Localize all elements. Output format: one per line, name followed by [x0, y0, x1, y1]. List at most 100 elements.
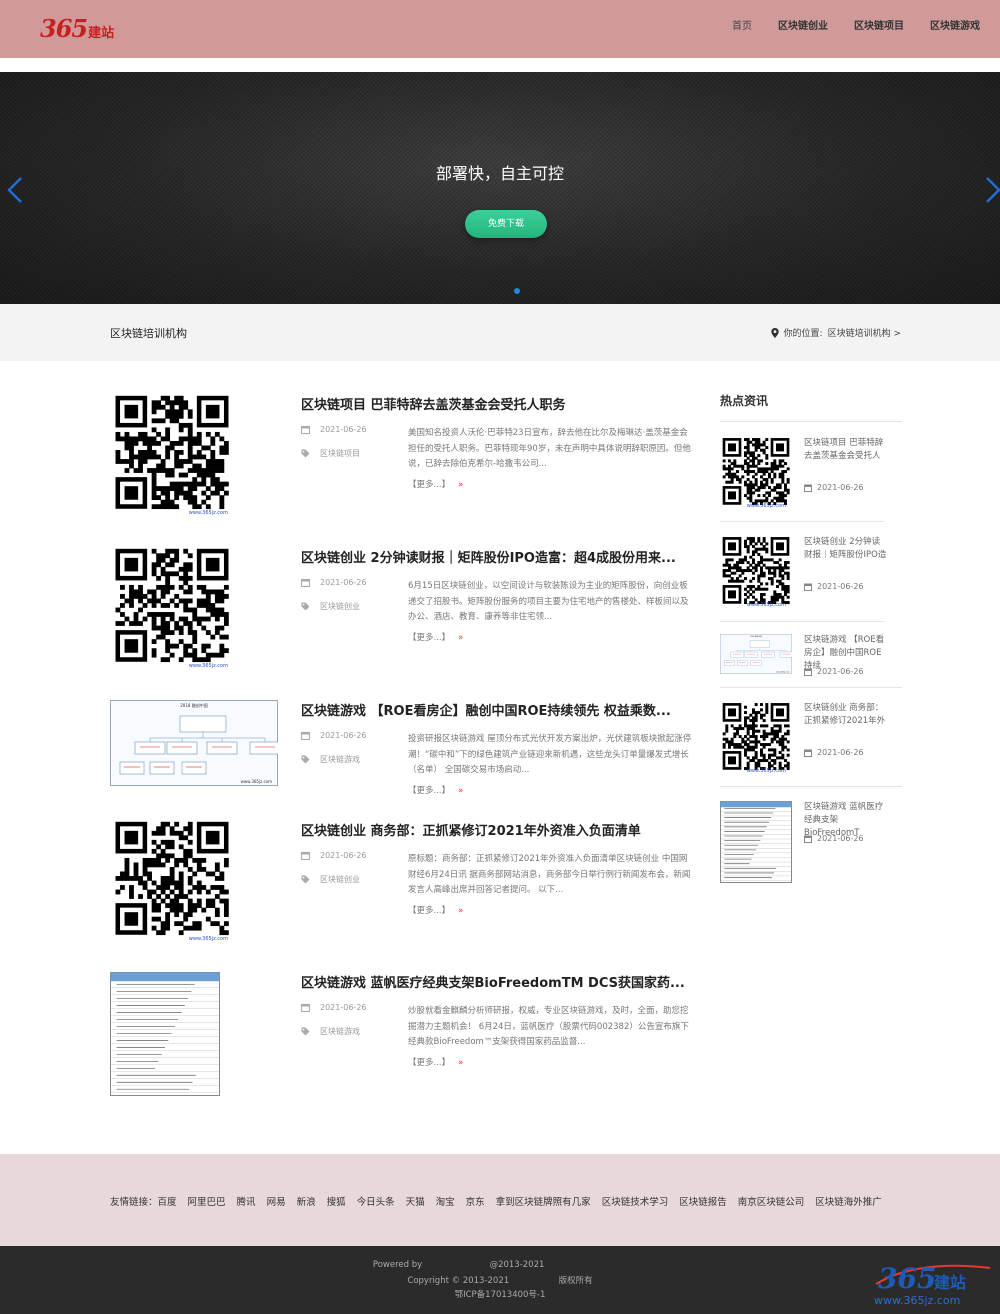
article-thumbnail[interactable]: www.365jz.com [110, 820, 278, 942]
double-arrow-icon: » [458, 480, 464, 490]
article-tag[interactable]: 区块链创业 [301, 601, 360, 612]
sidebar-news-date: 2021-06-26 [804, 483, 864, 492]
sidebar-thumbnail[interactable]: www.365jz.com [720, 702, 792, 774]
article-more-link[interactable]: 【更多...】 » [408, 478, 463, 490]
friend-link[interactable]: 腾讯 [237, 1194, 256, 1208]
tag-icon [301, 449, 310, 458]
svg-text:2018 融创中国: 2018 融创中国 [180, 702, 207, 708]
article-title[interactable]: 区块链项目 巴菲特辞去盖茨基金会受托人职务 [301, 394, 693, 413]
article-more-link[interactable]: 【更多...】 » [408, 1056, 463, 1068]
friend-link[interactable]: 区块链技术学习 [602, 1194, 669, 1208]
sidebar-news-title[interactable]: 区块链项目 巴菲特辞去盖茨基金会受托人 [804, 437, 888, 463]
nav-blockchain-project[interactable]: 区块链项目 [854, 17, 904, 32]
sidebar-thumbnail[interactable] [720, 801, 792, 883]
article-date: 2021-06-26 [301, 425, 367, 434]
article-date-text: 2021-06-26 [320, 851, 367, 860]
more-label: 【更多...】 [408, 1058, 451, 1068]
sidebar-item-divider [720, 521, 884, 522]
sidebar-news-date: 2021-06-26 [804, 582, 864, 591]
article-title[interactable]: 区块链游戏 【ROE看房企】融创中国ROE持续领先 权益乘数... [301, 700, 693, 719]
nav-home[interactable]: 首页 [732, 17, 752, 32]
friend-links-label: 友情链接： [110, 1197, 158, 1208]
friend-link[interactable]: 区块链报告 [679, 1194, 727, 1208]
logo-number: 365 [40, 14, 88, 43]
friend-link[interactable]: 京东 [466, 1194, 485, 1208]
sidebar-thumbnail[interactable]: www.365jz.com [720, 437, 792, 509]
friend-link[interactable]: 阿里巴巴 [188, 1194, 226, 1208]
article-tag[interactable]: 区块链游戏 [301, 754, 360, 765]
nav-blockchain-game[interactable]: 区块链游戏 [930, 17, 980, 32]
article-tag[interactable]: 区块链创业 [301, 874, 360, 885]
watermark-url: www.365jz.com [874, 1294, 960, 1307]
sidebar-thumbnail[interactable]: 2018 融创中国 www.365jz.com [720, 634, 793, 674]
site-logo[interactable]: 365 建站 [40, 14, 114, 44]
footer-copyright: Copyright © 2013-2021 [407, 1276, 510, 1286]
article-item: 区块链游戏 蓝帆医疗经典支架BioFreedomTM DCS获国家药... 20… [110, 972, 692, 1112]
footer-hidden-link[interactable] [425, 1261, 487, 1269]
sidebar-news-date: 2021-06-26 [804, 667, 864, 676]
more-label: 【更多...】 [408, 786, 451, 796]
breadcrumb-link[interactable]: 区块链培训机构 > [828, 326, 901, 339]
sidebar-divider [720, 421, 902, 422]
main-nav: 首页 区块链创业 区块链项目 区块链游戏 [706, 0, 980, 48]
article-date: 2021-06-26 [301, 731, 367, 740]
article-tag[interactable]: 区块链游戏 [301, 1026, 360, 1037]
article-summary: 6月15日区块链创业，以空间设计与软装陈设为主业的矩阵股份，向创业板递交了招股书… [408, 581, 689, 622]
footer-powered: Powered by [372, 1260, 423, 1270]
double-arrow-icon: » [458, 906, 464, 916]
article-more-link[interactable]: 【更多...】 » [408, 631, 463, 643]
footer-copyright-line: Copyright © 2013-2021 版权所有 [0, 1274, 1000, 1286]
article-date: 2021-06-26 [301, 578, 367, 587]
article-title[interactable]: 区块链创业 2分钟读财报｜矩阵股份IPO造富：超4成股份用来... [301, 547, 693, 566]
article-thumbnail[interactable]: www.365jz.com [110, 394, 278, 516]
friend-link[interactable]: 搜狐 [327, 1194, 346, 1208]
footer-icp[interactable]: 鄂ICP备17013400号-1 [0, 1288, 1000, 1300]
svg-text:www.365jz.com: www.365jz.com [747, 503, 786, 509]
tag-icon [301, 602, 310, 611]
sidebar-item-divider [720, 687, 902, 688]
double-arrow-icon: » [458, 1058, 464, 1068]
friend-link[interactable]: 新浪 [297, 1194, 316, 1208]
calendar-icon [301, 1004, 310, 1012]
sidebar-news-title[interactable]: 区块链创业 商务部：正抓紧修订2021年外 [804, 702, 888, 728]
friend-link[interactable]: 今日头条 [357, 1194, 395, 1208]
article-thumbnail[interactable] [110, 972, 220, 1096]
article-summary: 投资研报区块链游戏 屋顶分布式光伏开发方案出炉，光伏建筑板块掀起涨停潮！“碳中和… [408, 734, 692, 775]
article-date: 2021-06-26 [301, 1003, 367, 1012]
article-date-text: 2021-06-26 [320, 1003, 367, 1012]
svg-text:www.365jz.com: www.365jz.com [189, 510, 228, 516]
banner-pagination-dot[interactable] [514, 288, 520, 294]
article-summary: 美国知名投资人沃伦·巴菲特23日宣布，辞去他在比尔及梅琳达·盖茨基金会担任的受托… [408, 428, 691, 469]
article-more-link[interactable]: 【更多...】 » [408, 904, 463, 916]
article-tag-text: 区块链游戏 [320, 1027, 360, 1036]
friend-link[interactable]: 区块链海外推广 [815, 1194, 882, 1208]
article-date-text: 2021-06-26 [320, 731, 367, 740]
svg-text:www.365jz.com: www.365jz.com [189, 936, 228, 942]
article-thumbnail[interactable]: www.365jz.com [110, 547, 278, 669]
article-title[interactable]: 区块链创业 商务部：正抓紧修订2021年外资准入负面清单 [301, 820, 693, 839]
breadcrumb-prefix: 你的位置: [783, 329, 823, 339]
banner-next-arrow-icon[interactable] [984, 176, 1000, 204]
friend-link[interactable]: 拿到区块链牌照有几家 [496, 1194, 591, 1208]
article-item: www.365jz.com 区块链项目 巴菲特辞去盖茨基金会受托人职务 2021… [110, 394, 692, 534]
svg-text:建站: 建站 [934, 1273, 966, 1292]
footer-hidden-link[interactable] [547, 1261, 627, 1269]
free-download-button[interactable]: 免费下载 [465, 210, 547, 238]
article-tag[interactable]: 区块链项目 [301, 448, 360, 459]
article-more-link[interactable]: 【更多...】 » [408, 784, 463, 796]
sidebar-news-title[interactable]: 区块链创业 2分钟读财报｜矩阵股份IPO造 [804, 536, 888, 562]
sidebar-date-text: 2021-06-26 [817, 748, 864, 757]
banner-prev-arrow-icon[interactable] [6, 176, 24, 204]
friend-link[interactable]: 网易 [267, 1194, 286, 1208]
article-title[interactable]: 区块链游戏 蓝帆医疗经典支架BioFreedomTM DCS获国家药... [301, 972, 693, 991]
friend-link[interactable]: 天猫 [406, 1194, 425, 1208]
svg-text:www.365jz.com: www.365jz.com [776, 672, 790, 674]
nav-blockchain-startup[interactable]: 区块链创业 [778, 17, 828, 32]
sidebar-thumbnail[interactable]: www.365jz.com [720, 536, 792, 608]
article-thumbnail[interactable]: 2018 融创中国 www.365jz.com [110, 700, 281, 822]
friend-link[interactable]: 百度 [158, 1194, 177, 1208]
friend-link[interactable]: 南京区块链公司 [738, 1194, 805, 1208]
article-item: 2018 融创中国 www.365jz.com 区块链游戏 【ROE看房企】融创中… [110, 700, 692, 840]
friend-link[interactable]: 淘宝 [436, 1194, 455, 1208]
page-title: 区块链培训机构 [110, 327, 187, 340]
